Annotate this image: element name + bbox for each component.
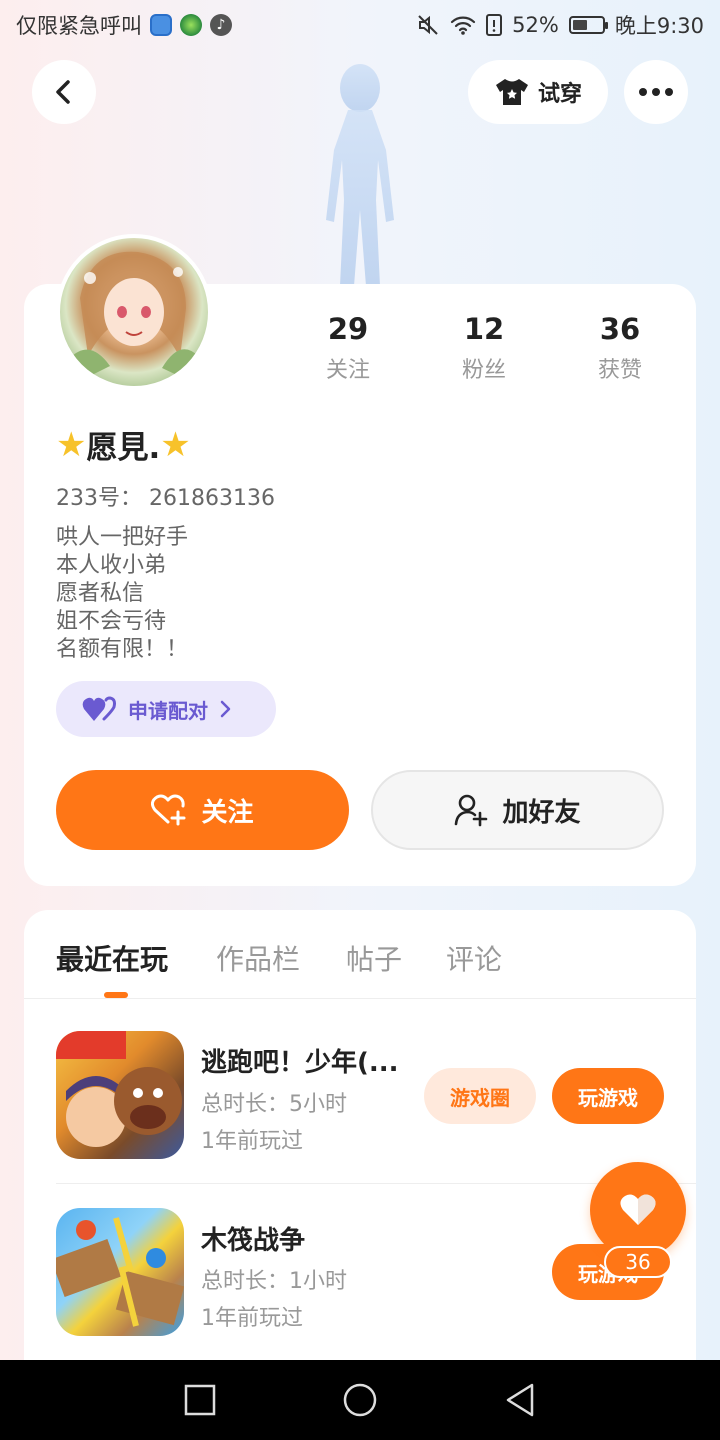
tab-divider bbox=[24, 998, 696, 999]
shield-app-icon bbox=[150, 14, 172, 36]
game-circle-button[interactable]: 游戏圈 bbox=[424, 1068, 536, 1124]
fans-count: 12 bbox=[463, 312, 505, 346]
bio-line: 愿者私信 bbox=[56, 581, 145, 606]
bio-line: 本人收小弟 bbox=[56, 553, 167, 578]
floating-like-button[interactable] bbox=[590, 1162, 686, 1258]
tab-recently-played[interactable]: 最近在玩 bbox=[56, 938, 168, 978]
bio-line: 哄人一把好手 bbox=[56, 525, 189, 550]
game-duration: 总时长：1小时 bbox=[201, 1269, 347, 1294]
user-id: 233号： 261863136 bbox=[56, 486, 275, 511]
add-friend-button[interactable]: 加好友 bbox=[371, 770, 664, 850]
recents-button[interactable] bbox=[183, 1383, 217, 1417]
try-on-label: 试穿 bbox=[537, 82, 582, 107]
wifi-icon bbox=[451, 16, 476, 35]
heart-icon bbox=[620, 1194, 656, 1225]
more-icon bbox=[639, 88, 673, 96]
back-nav-button[interactable] bbox=[504, 1382, 538, 1418]
stat-fans[interactable]: 12 粉丝 bbox=[424, 312, 544, 384]
add-user-icon bbox=[455, 794, 488, 827]
status-right: 52% 晚上9:30 bbox=[416, 10, 704, 40]
game-icon[interactable] bbox=[56, 1031, 184, 1159]
star-icon: ★ bbox=[56, 424, 87, 465]
more-button[interactable] bbox=[624, 60, 688, 124]
like-count-badge: 36 bbox=[604, 1246, 672, 1278]
green-app-icon bbox=[180, 14, 202, 36]
chevron-right-icon bbox=[220, 700, 231, 718]
game-icon[interactable] bbox=[56, 1208, 184, 1336]
back-button[interactable] bbox=[32, 60, 96, 124]
double-heart-icon bbox=[82, 696, 116, 721]
game-duration: 总时长：5小时 bbox=[201, 1092, 347, 1117]
play-game-button[interactable]: 玩游戏 bbox=[552, 1068, 664, 1124]
try-on-button[interactable]: 试穿 bbox=[468, 60, 608, 124]
fans-label: 粉丝 bbox=[461, 358, 506, 383]
follow-button[interactable]: 关注 bbox=[56, 770, 349, 850]
home-button[interactable] bbox=[342, 1382, 378, 1418]
tshirt-icon bbox=[495, 79, 528, 105]
match-request-button[interactable]: 申请配对 bbox=[56, 681, 276, 737]
likes-count: 36 bbox=[599, 312, 641, 346]
sim-alert-icon bbox=[486, 14, 503, 36]
clock: 晚上9:30 bbox=[614, 14, 704, 38]
mute-icon bbox=[418, 15, 438, 35]
bio: 哄人一把好手 本人收小弟 愿者私信 姐不会亏待 名额有限！！ bbox=[56, 524, 188, 664]
star-icon: ★ bbox=[160, 424, 191, 465]
battery-percent: 52% bbox=[512, 13, 559, 37]
following-count: 29 bbox=[327, 312, 369, 346]
username: ★ 愿見. ★ bbox=[56, 422, 191, 467]
game-title[interactable]: 逃跑吧！少年(... bbox=[201, 1042, 411, 1079]
tab-works[interactable]: 作品栏 bbox=[216, 938, 300, 978]
match-label: 申请配对 bbox=[128, 698, 208, 723]
stat-following[interactable]: 29 关注 bbox=[288, 312, 408, 384]
tiktok-icon: ♪ bbox=[210, 14, 232, 36]
game-art bbox=[56, 1217, 184, 1327]
status-bar: 仅限紧急呼叫 ♪ 52% 晚上9:30 bbox=[0, 0, 720, 50]
game-title[interactable]: 木筏战争 bbox=[201, 1220, 411, 1257]
tab-posts[interactable]: 帖子 bbox=[346, 938, 402, 978]
username-text: 愿見. bbox=[86, 430, 161, 466]
stat-likes[interactable]: 36 获赞 bbox=[560, 312, 680, 384]
battery-fill bbox=[572, 20, 588, 30]
carrier-text: 仅限紧急呼叫 bbox=[16, 14, 142, 38]
bio-line: 名额有限！！ bbox=[56, 637, 189, 662]
chevron-left-icon bbox=[56, 80, 70, 104]
likes-label: 获赞 bbox=[597, 358, 642, 383]
battery-icon bbox=[568, 16, 608, 34]
add-friend-label: 加好友 bbox=[502, 797, 581, 828]
status-left: 仅限紧急呼叫 ♪ bbox=[16, 10, 232, 40]
game-last-played: 1年前玩过 bbox=[201, 1129, 303, 1154]
avatar-image bbox=[70, 251, 200, 386]
navigation-bar bbox=[0, 1360, 720, 1440]
bio-line: 姐不会亏待 bbox=[56, 609, 167, 634]
game-last-played: 1年前玩过 bbox=[201, 1306, 303, 1331]
avatar[interactable] bbox=[56, 234, 212, 390]
game-art bbox=[56, 1031, 182, 1147]
avatar-figure bbox=[326, 64, 394, 286]
tab-comments[interactable]: 评论 bbox=[446, 938, 502, 978]
following-label: 关注 bbox=[325, 358, 370, 383]
heart-plus-icon bbox=[151, 794, 186, 826]
follow-label: 关注 bbox=[201, 797, 254, 828]
